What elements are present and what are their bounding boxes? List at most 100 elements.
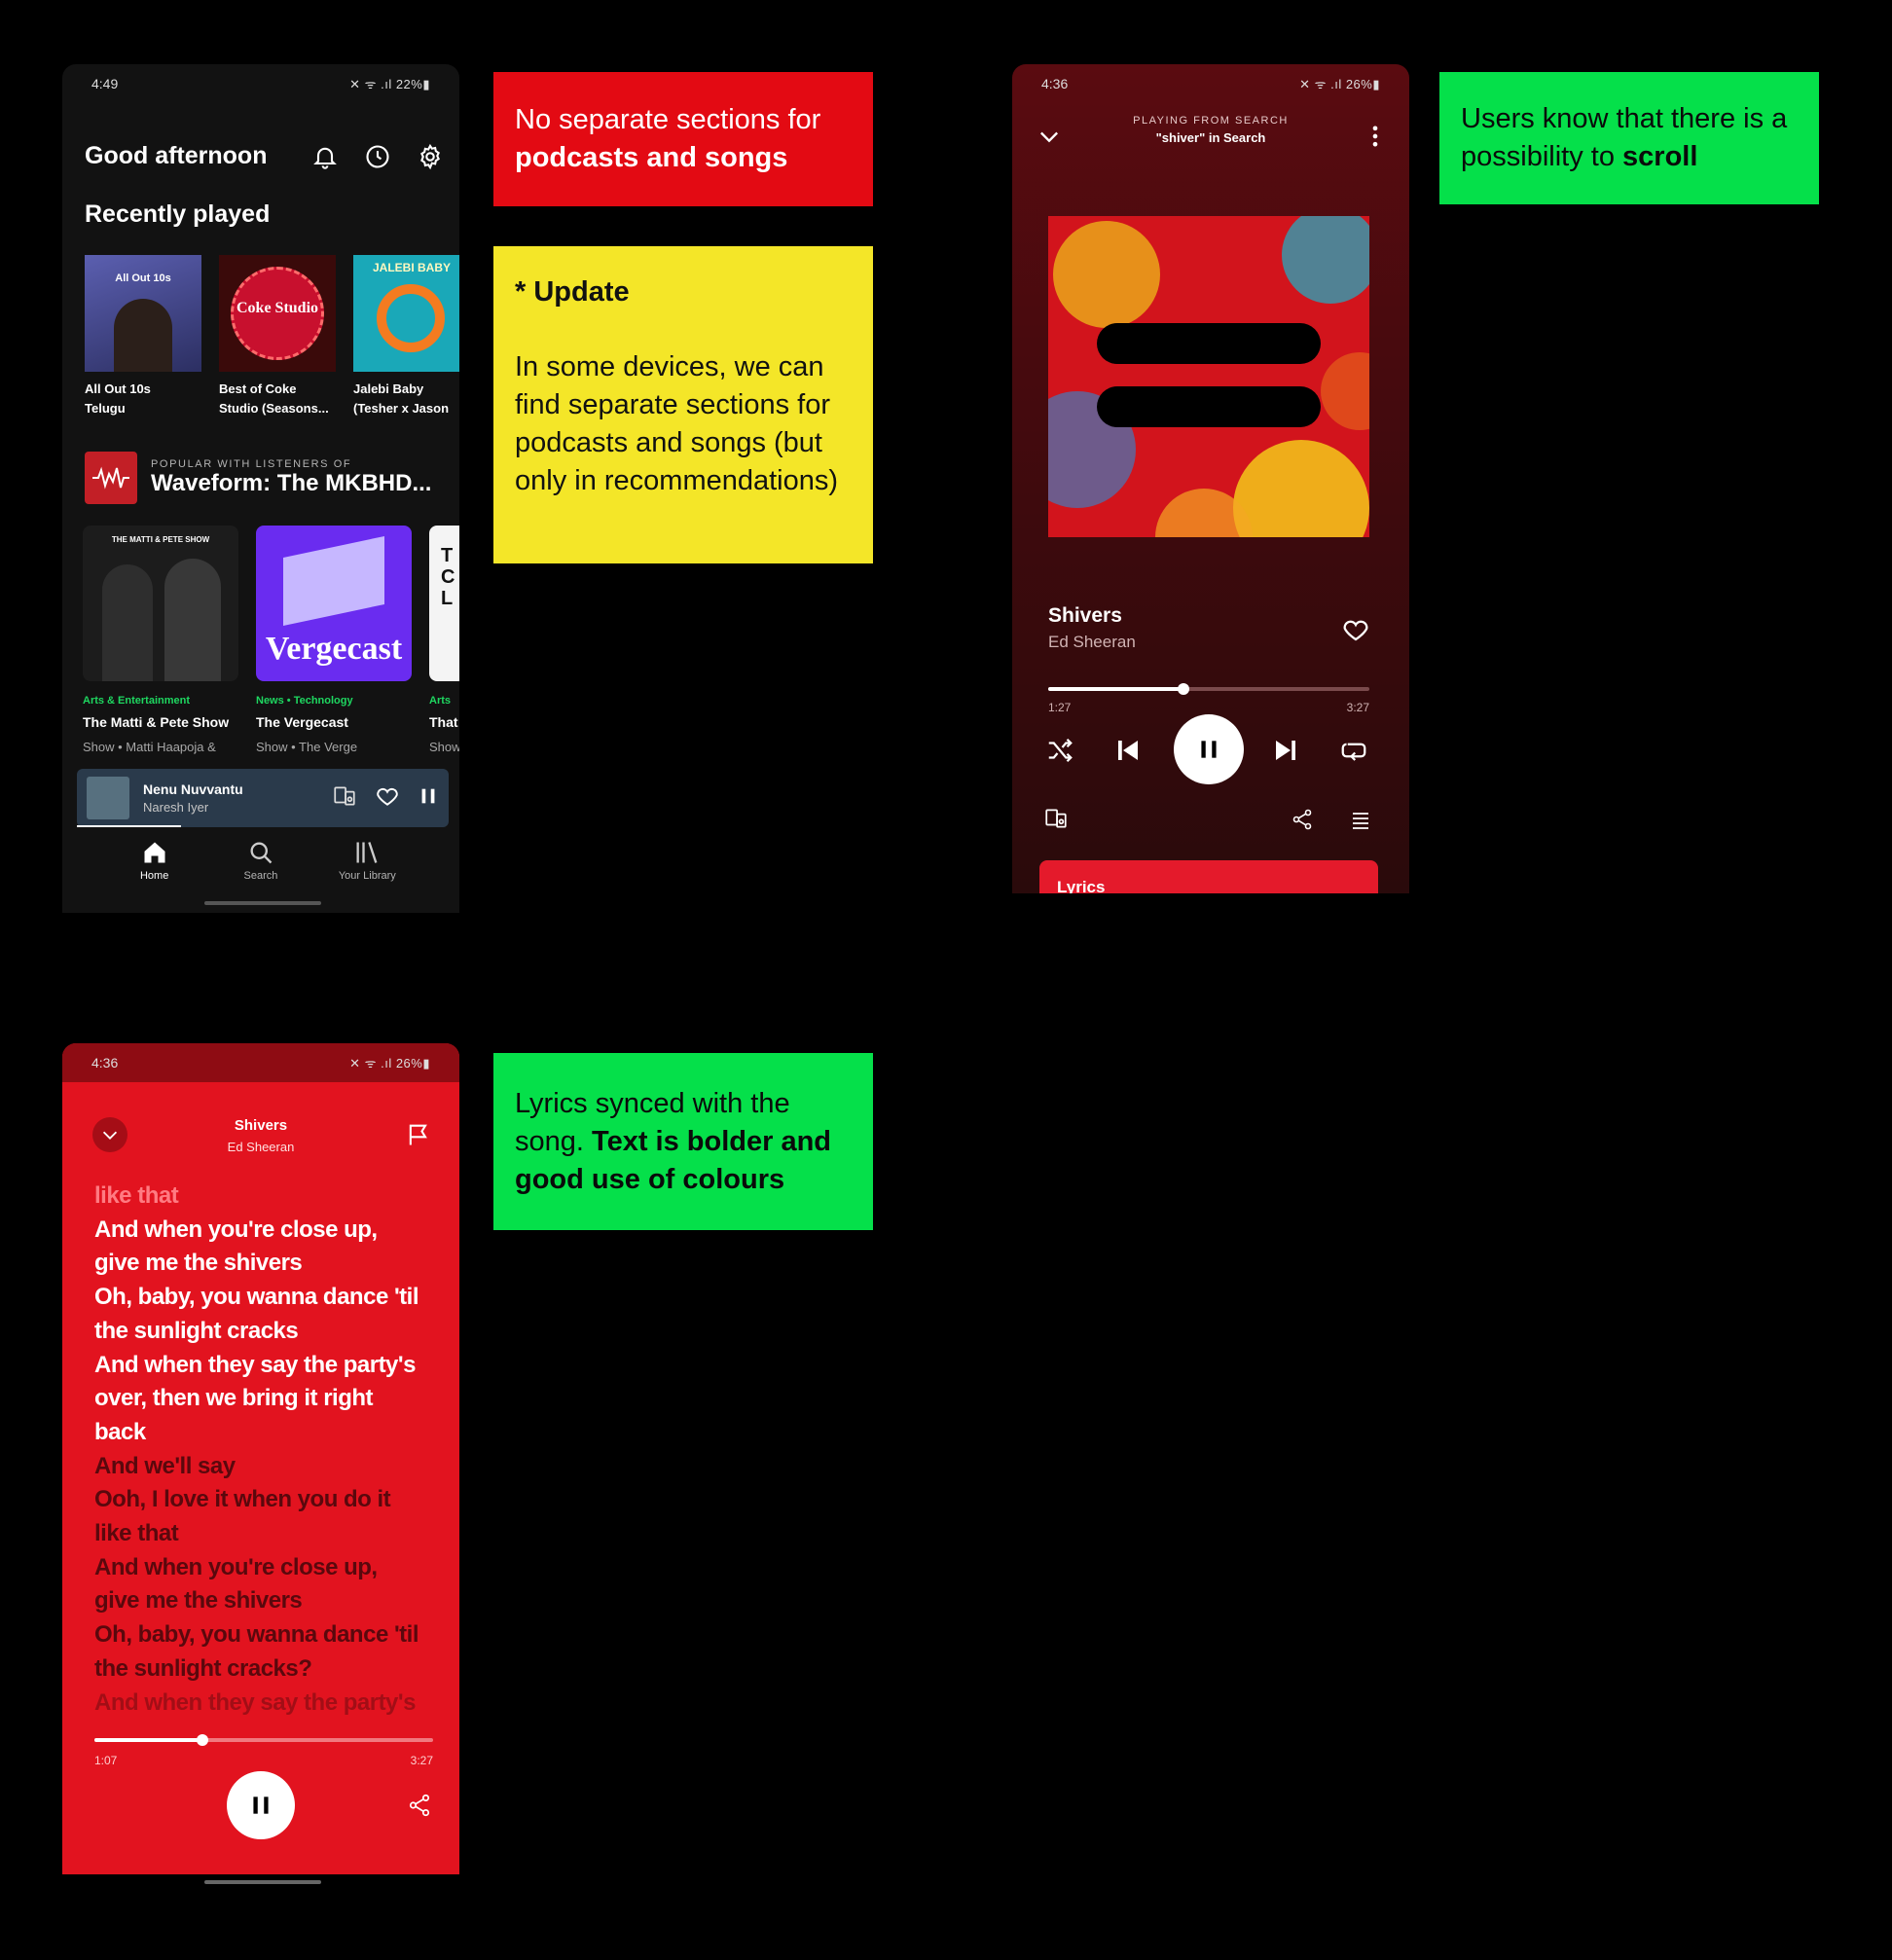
cover-person (164, 559, 221, 681)
cover-shape (283, 535, 384, 627)
track-artist[interactable]: Ed Sheeran (1048, 633, 1136, 652)
recently-played-row: All Out 10s All Out 10s Telugu Coke Stud… (85, 255, 459, 418)
recently-played-title: Recently played (85, 200, 271, 228)
search-icon (250, 842, 273, 864)
progress-bar[interactable] (1048, 683, 1369, 695)
home-icon (144, 842, 165, 863)
podcast-card[interactable]: T C L Arts That Show (429, 526, 459, 754)
heart-icon[interactable] (1341, 615, 1370, 649)
lyric-line-upcoming: give me the shivers (94, 1587, 303, 1615)
lyrics-card[interactable]: Lyrics (1039, 860, 1378, 893)
lyrics-track-artist: Ed Sheeran (227, 1140, 295, 1154)
share-icon[interactable] (1291, 808, 1314, 836)
podcast-card[interactable]: THE MATTI & PETE SHOW Arts & Entertainme… (83, 526, 238, 754)
gesture-bar (204, 901, 321, 905)
cover-person (102, 564, 153, 681)
pause-icon (1201, 741, 1217, 758)
album-art (1048, 216, 1369, 537)
popular-title: Waveform: The MKBHD... (151, 470, 432, 496)
duration-time: 3:27 (410, 1754, 433, 1767)
repeat-icon[interactable] (1339, 736, 1368, 770)
heart-icon[interactable] (375, 783, 400, 814)
progress-bar[interactable] (94, 1734, 433, 1746)
lyric-line-active: give me the shivers (94, 1250, 303, 1277)
flag-icon[interactable] (405, 1121, 432, 1153)
recent-item-label: All Out 10s Telugu (85, 381, 151, 416)
lyrics-track-title: Shivers (234, 1117, 288, 1134)
podcast-cover: Vergecast (256, 526, 412, 681)
progress-knob[interactable] (197, 1734, 209, 1746)
play-pause-button[interactable] (227, 1771, 295, 1839)
library-icon (356, 842, 378, 863)
mini-player-art (87, 777, 129, 819)
status-bar: 4:36 ✕ ᯤ .ıl 26%▮ (1012, 64, 1409, 103)
greeting: Good afternoon (85, 142, 268, 169)
lyric-line-upcoming: And when you're close up, (94, 1553, 378, 1580)
lyric-line-upcoming: And when they say the party's (94, 1688, 416, 1716)
lyric-line-active: And when they say the party's (94, 1351, 416, 1378)
cover-text: THE MATTI & PETE SHOW (111, 535, 210, 544)
bottom-nav: Home Search Your Library (62, 839, 459, 882)
previous-icon[interactable] (1113, 736, 1143, 770)
lyric-line-active: the sunlight cracks (94, 1317, 299, 1344)
lyric-line-upcoming: the sunlight cracks? (94, 1654, 312, 1682)
cover-figure (114, 299, 172, 372)
progress-knob[interactable] (1177, 683, 1189, 695)
queue-icon[interactable] (1349, 808, 1372, 836)
gesture-bar (204, 1880, 321, 1884)
bell-icon[interactable] (311, 143, 339, 170)
next-icon[interactable] (1271, 736, 1300, 770)
cover-text: All Out 10s (115, 272, 171, 284)
playlist-cover: All Out 10s (85, 255, 201, 372)
phone-now-playing-screen: 4:36 ✕ ᯤ .ıl 26%▮ PLAYING FROM SEARCH "s… (1012, 64, 1409, 893)
pause-icon[interactable] (418, 785, 439, 812)
nav-search-label: Search (243, 870, 278, 882)
playing-from-kicker: PLAYING FROM SEARCH (1133, 115, 1289, 127)
mini-player-progress (77, 825, 181, 827)
lyric-line-upcoming: And we'll say (94, 1452, 236, 1479)
mini-player[interactable]: Nenu Nuvvantu Naresh Iyer (77, 769, 449, 827)
more-options-icon[interactable] (1370, 123, 1380, 155)
phone-lyrics-screen: 4:36 ✕ ᯤ .ıl 26%▮ Shivers Ed Sheeran lik… (62, 1043, 459, 1874)
note-lyrics-synced: Lyrics synced with the song. Text is bol… (493, 1053, 873, 1230)
recent-item-label: Best of Coke Studio (Seasons... (219, 381, 329, 416)
playlist-cover: Coke Studio (219, 255, 336, 372)
podcast-subtitle: Show • The Verge (256, 740, 358, 754)
podcast-category: Arts (429, 695, 452, 707)
nav-home[interactable]: Home (116, 839, 194, 882)
recent-item[interactable]: Coke Studio Best of Coke Studio (Seasons… (219, 255, 336, 418)
nav-search[interactable]: Search (222, 839, 300, 882)
lyrics-header: Shivers Ed Sheeran (62, 1117, 459, 1154)
playlist-cover: JALEBI BABY (353, 255, 459, 372)
popular-with-listeners[interactable]: POPULAR WITH LISTENERS OF Waveform: The … (85, 452, 455, 504)
cover-text: JALEBI BABY (372, 261, 451, 274)
devices-icon[interactable] (332, 783, 357, 814)
cover-text: Coke Studio (236, 300, 319, 316)
gear-icon[interactable] (417, 143, 444, 170)
note-update: * Update In some devices, we can find se… (493, 246, 873, 563)
nav-library[interactable]: Your Library (328, 839, 406, 882)
podcast-card[interactable]: Vergecast News • Technology The Vergecas… (256, 526, 412, 754)
cover-text: T C L (441, 545, 455, 609)
status-time: 4:49 (91, 76, 119, 91)
nav-library-label: Your Library (338, 870, 396, 882)
devices-icon[interactable] (1043, 806, 1069, 836)
note-no-separate-sections: No separate sections for podcasts and son… (493, 72, 873, 206)
recent-item[interactable]: JALEBI BABY Jalebi Baby (Tesher x Jason (353, 255, 459, 418)
lyric-line-active: Oh, baby, you wanna dance 'til (94, 1284, 419, 1311)
status-bar: 4:36 ✕ ᯤ .ıl 26%▮ (62, 1043, 459, 1082)
podcast-category: Arts & Entertainment (83, 695, 191, 707)
share-icon[interactable] (407, 1793, 432, 1823)
play-pause-button[interactable] (1174, 714, 1244, 784)
note-text: No separate sections for (515, 104, 821, 135)
history-icon[interactable] (364, 143, 391, 170)
track-title: Shivers (1048, 604, 1122, 627)
note-heading: * Update (515, 276, 630, 308)
podcast-cover: THE MATTI & PETE SHOW (83, 526, 238, 681)
duration-time: 3:27 (1346, 701, 1369, 714)
lyric-line-active: over, then we bring it right (94, 1385, 374, 1412)
recent-item[interactable]: All Out 10s All Out 10s Telugu (85, 255, 201, 418)
cover-swirl (377, 284, 445, 352)
lyric-line-upcoming: Ooh, I love it when you do it (94, 1486, 391, 1513)
shuffle-icon[interactable] (1045, 736, 1074, 770)
